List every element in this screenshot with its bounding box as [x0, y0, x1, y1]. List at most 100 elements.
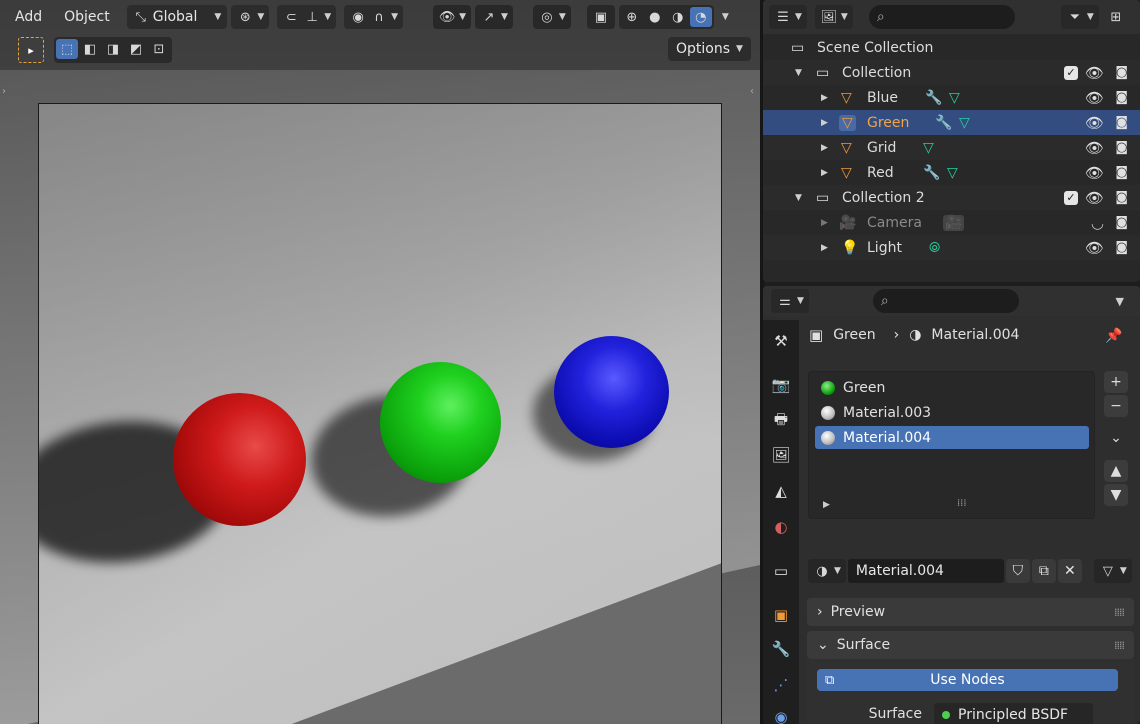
object-tab-icon[interactable]: ▣: [770, 604, 792, 626]
render-camera-icon[interactable]: ◙: [1115, 90, 1128, 105]
browse-material-dropdown[interactable]: ◑ ▼: [808, 559, 846, 583]
pin-icon[interactable]: 📌: [1105, 328, 1122, 344]
duplicate-material-button[interactable]: ⧉: [1031, 559, 1056, 583]
snap-increment-icon[interactable]: ⊥: [303, 8, 321, 26]
render-camera-icon[interactable]: ◙: [1115, 215, 1128, 230]
shading-options-chevron[interactable]: ▼: [722, 12, 729, 22]
drag-grip-icon[interactable]: ⁞⁞⁞⁞: [1114, 606, 1125, 619]
eye-icon[interactable]: 👁: [1085, 164, 1104, 182]
preview-panel-header[interactable]: › Preview ⁞⁞⁞⁞: [807, 598, 1134, 626]
fake-user-button[interactable]: ⛉: [1005, 559, 1030, 583]
unlink-material-button[interactable]: ✕: [1057, 559, 1082, 583]
overlays-dropdown[interactable]: ◎ ▼: [532, 5, 571, 29]
mesh-data-icon[interactable]: ▽: [949, 90, 960, 106]
blue-sphere[interactable]: [554, 336, 669, 448]
material-name-field[interactable]: Material.004: [847, 559, 1004, 583]
add-slot-button[interactable]: +: [1104, 371, 1128, 393]
modifier-wrench-icon[interactable]: 🔧: [925, 90, 942, 106]
resize-grip-icon[interactable]: ⁞⁞⁞: [957, 498, 967, 509]
snap-toggle-icon[interactable]: ⊂: [282, 8, 300, 26]
light-data-icon[interactable]: ⦾: [929, 240, 940, 256]
green-sphere[interactable]: [380, 362, 501, 483]
eye-icon[interactable]: 👁: [1085, 189, 1104, 207]
properties-search-input[interactable]: ⌕: [872, 289, 1019, 313]
select-tool-button[interactable]: ▸: [18, 37, 44, 63]
object-menu[interactable]: Object: [55, 5, 119, 29]
solid-shading-icon[interactable]: ●: [644, 7, 666, 27]
remove-slot-button[interactable]: −: [1104, 395, 1128, 417]
render-camera-icon[interactable]: ◙: [1115, 140, 1128, 155]
use-nodes-button[interactable]: ⧉ Use Nodes: [817, 669, 1118, 691]
drag-grip-icon[interactable]: ⁞⁞⁞⁞: [1114, 639, 1125, 652]
slot-specials-button[interactable]: ⌄: [1104, 427, 1128, 449]
link-dropdown[interactable]: ▽ ▼: [1093, 559, 1132, 583]
view-layer-tab-icon[interactable]: 🖼: [770, 444, 792, 466]
material-slot-selected[interactable]: Material.004: [815, 426, 1089, 449]
outliner-row-scene-collection[interactable]: ▭ Scene Collection: [763, 35, 1140, 60]
falloff-icon[interactable]: ∩: [370, 8, 388, 26]
eye-icon[interactable]: 👁: [1085, 64, 1104, 82]
render-camera-icon[interactable]: ◙: [1115, 115, 1128, 130]
chevron-down-icon[interactable]: ▼: [1116, 295, 1124, 308]
expand-arrow-icon[interactable]: ▼: [795, 193, 802, 203]
gizmo-dropdown[interactable]: ↗ ▼: [475, 5, 513, 29]
scene-tab-icon[interactable]: ◭: [770, 480, 792, 502]
proportional-edit-icon[interactable]: ◉: [349, 8, 367, 26]
surface-panel-header[interactable]: ⌄ Surface ⁞⁞⁞⁞: [807, 631, 1134, 659]
display-mode-dropdown[interactable]: 🖼 ▼: [814, 5, 853, 29]
xray-toggle[interactable]: ▣: [586, 5, 615, 29]
mesh-data-icon[interactable]: ▽: [947, 165, 958, 181]
render-camera-icon[interactable]: ◙: [1115, 65, 1128, 80]
material-shading-icon[interactable]: ◑: [667, 7, 689, 27]
select-new-icon[interactable]: ⬚: [56, 39, 78, 59]
options-dropdown[interactable]: Options ▼: [668, 37, 751, 61]
outliner-row-collection-2[interactable]: ▼ ▭ Collection 2 ✓ 👁 ◙: [763, 185, 1140, 210]
rendered-shading-icon[interactable]: ◔: [689, 7, 712, 27]
filter-dropdown[interactable]: ⏷ ▼: [1060, 5, 1099, 29]
expand-arrow-icon[interactable]: ▼: [795, 68, 802, 78]
render-camera-icon[interactable]: ◙: [1115, 165, 1128, 180]
add-menu[interactable]: Add: [6, 5, 51, 29]
eye-icon[interactable]: 👁: [1085, 89, 1104, 107]
expand-arrow-icon[interactable]: ▶: [821, 243, 828, 253]
tool-tab-icon[interactable]: ⚒: [770, 330, 792, 352]
world-tab-icon[interactable]: ◐: [770, 516, 792, 538]
eye-icon[interactable]: 👁: [1085, 114, 1104, 132]
eye-hidden-icon[interactable]: ◡: [1091, 214, 1104, 232]
pivot-point-dropdown[interactable]: ⊛ ▼: [231, 5, 270, 29]
expand-arrow-icon[interactable]: ▶: [823, 500, 830, 510]
select-extend-icon[interactable]: ◧: [79, 39, 101, 59]
eye-icon[interactable]: 👁: [1085, 239, 1104, 257]
sidebar-expand-arrow[interactable]: ‹: [750, 86, 758, 100]
3d-viewport[interactable]: Add Object ⤡ Global ▼ ⊛ ▼ ⊂ ⊥ ▼ ◉ ∩ ▼ 👁 ▼: [0, 0, 760, 724]
camera-data-icon[interactable]: 🎥: [943, 214, 965, 231]
expand-arrow-icon[interactable]: ▶: [821, 143, 828, 153]
render-tab-icon[interactable]: 📷: [770, 374, 792, 396]
move-slot-down-button[interactable]: ▼: [1104, 484, 1128, 506]
editor-type-dropdown[interactable]: ☰ ▼: [769, 5, 807, 29]
visibility-dropdown[interactable]: 👁 ▼: [433, 5, 471, 29]
new-collection-icon[interactable]: ⊞: [1107, 8, 1125, 26]
outliner-row-blue[interactable]: ▶ ▽ Blue 🔧 ▽ 👁 ◙: [763, 85, 1140, 110]
outliner-row-red[interactable]: ▶ ▽ Red 🔧 ▽ 👁 ◙: [763, 160, 1140, 185]
outliner-row-green[interactable]: ▶ ▽ Green 🔧 ▽ 👁 ◙: [763, 110, 1140, 135]
modifier-wrench-icon[interactable]: 🔧: [923, 165, 940, 181]
select-intersect-icon[interactable]: ⊡: [148, 39, 170, 59]
exclude-checkbox[interactable]: ✓: [1064, 65, 1078, 80]
expand-arrow-icon[interactable]: ▶: [821, 218, 828, 228]
surface-shader-dropdown[interactable]: Principled BSDF: [934, 703, 1093, 724]
editor-type-dropdown[interactable]: ⚌ ▼: [771, 289, 809, 313]
expand-arrow-icon[interactable]: ▶: [821, 168, 828, 178]
physics-tab-icon[interactable]: ◉: [770, 706, 792, 724]
outliner-search-input[interactable]: ⌕: [868, 5, 1015, 29]
outliner-row-collection[interactable]: ▼ ▭ Collection ✓ 👁 ◙: [763, 60, 1140, 85]
modifier-tab-icon[interactable]: 🔧: [770, 638, 792, 660]
mesh-data-icon[interactable]: ▽: [959, 115, 970, 131]
wireframe-shading-icon[interactable]: ⊕: [621, 7, 643, 27]
output-tab-icon[interactable]: 🖶: [770, 410, 792, 432]
toolbar-expand-arrow[interactable]: ›: [2, 86, 10, 100]
render-camera-icon[interactable]: ◙: [1115, 190, 1128, 205]
transform-orientation-dropdown[interactable]: ⤡ Global ▼: [126, 5, 228, 29]
exclude-checkbox[interactable]: ✓: [1064, 190, 1078, 205]
select-subtract-icon[interactable]: ◨: [102, 39, 124, 59]
